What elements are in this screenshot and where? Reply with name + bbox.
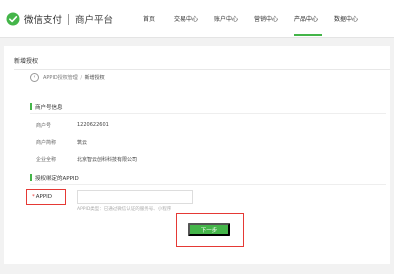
wechat-pay-logo-icon <box>6 12 20 26</box>
section-divider <box>30 113 386 114</box>
breadcrumb: APPID授权管理 / 新增授权 <box>43 74 105 81</box>
brand-divider <box>68 13 70 25</box>
breadcrumb-current: 新增授权 <box>84 75 105 81</box>
nav-item-marketing-center[interactable]: 营销中心 <box>254 14 278 23</box>
title-divider <box>14 69 390 70</box>
brand-logo[interactable]: 微信支付 商户平台 <box>6 11 113 27</box>
breadcrumb-parent-link[interactable]: APPID授权管理 <box>43 75 78 81</box>
merchant-section-title: 商户号信息 <box>35 105 63 111</box>
back-arrow-icon[interactable]: ‹ <box>30 73 39 82</box>
section-divider <box>30 184 386 185</box>
appid-section-title: 授权绑定的APPID <box>35 176 79 182</box>
nav-item-trade-center[interactable]: 交易中心 <box>174 14 198 23</box>
appid-input[interactable] <box>77 190 193 204</box>
merchant-short-name-label: 商户简称 <box>36 140 57 146</box>
brand-name: 微信支付 <box>24 15 63 26</box>
active-nav-indicator <box>294 34 322 36</box>
required-mark: * <box>32 194 35 200</box>
nav-item-home[interactable]: 首页 <box>143 14 155 23</box>
nav-item-product-center[interactable]: 产品中心 <box>294 14 318 23</box>
company-full-name-label: 企业全称 <box>36 157 57 163</box>
page-footer <box>0 268 394 274</box>
merchant-id-value: 1220622601 <box>77 122 109 128</box>
page-title: 新增授权 <box>14 58 39 65</box>
appid-hint-text: APPID类型：已通过微信认证的服务号、小程序 <box>77 207 172 212</box>
top-navigation-bar: 微信支付 商户平台 首页 交易中心 账户中心 营销中心 产品中心 数据中心 <box>0 0 394 38</box>
next-step-button[interactable]: 下一步 <box>188 223 230 236</box>
breadcrumb-separator: / <box>80 75 83 81</box>
appid-field-label: *APPID <box>32 194 52 200</box>
appid-label-text: APPID <box>35 194 53 200</box>
merchant-id-label: 商户号 <box>36 123 52 129</box>
merchant-short-name-value: 筑云 <box>77 140 88 146</box>
nav-item-account-center[interactable]: 账户中心 <box>214 14 238 23</box>
company-full-name-value: 北京智云创科科技有限公司 <box>77 157 138 163</box>
section-marker <box>30 174 32 181</box>
nav-item-data-center[interactable]: 数据中心 <box>334 14 358 23</box>
section-marker <box>30 103 32 110</box>
brand-subtitle: 商户平台 <box>75 15 114 26</box>
